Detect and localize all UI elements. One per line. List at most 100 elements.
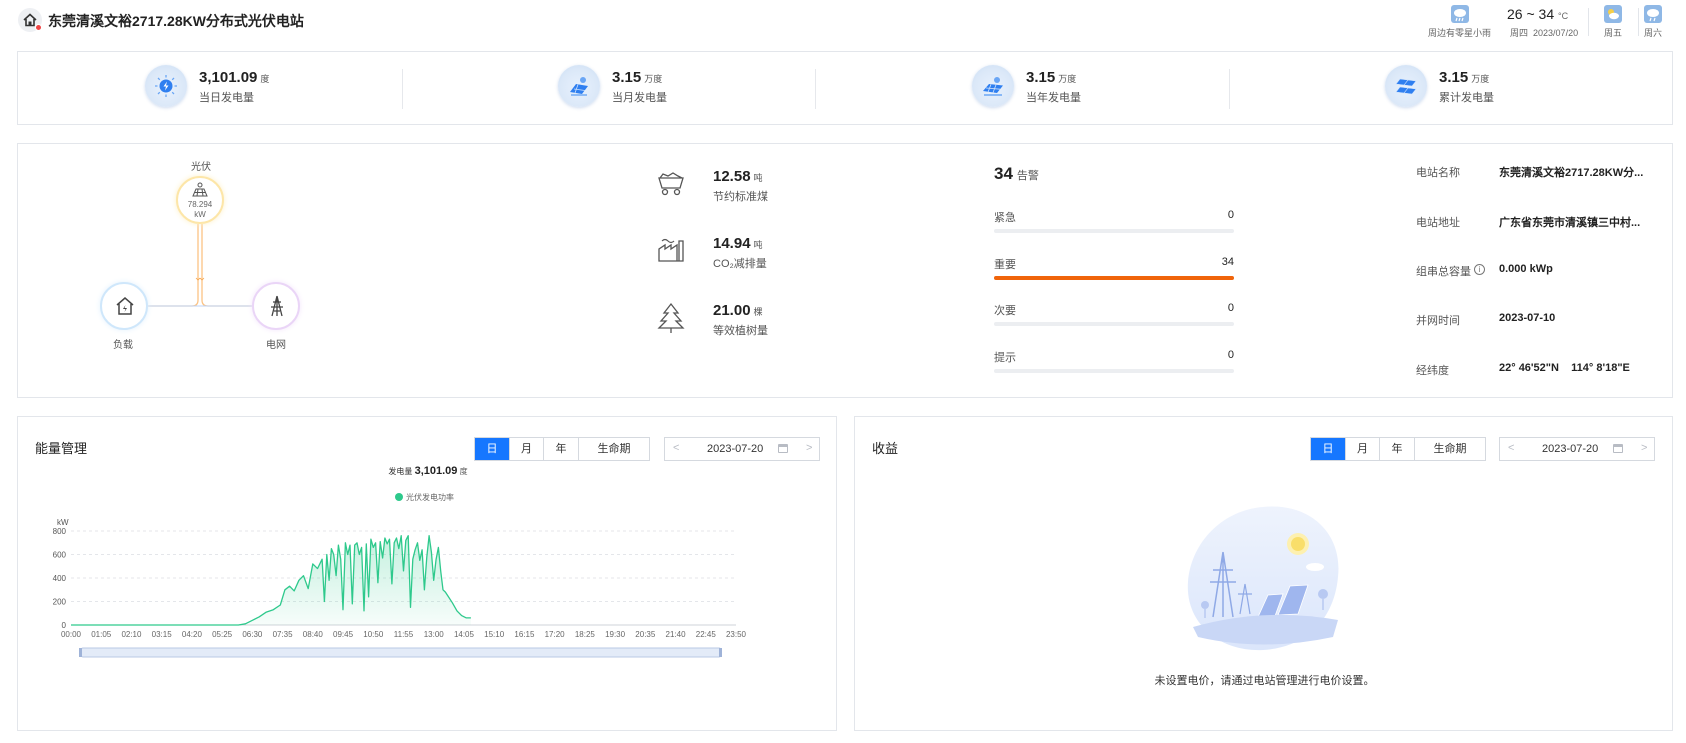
stat-label: 当日发电量 <box>199 92 254 104</box>
env-value: 14.94 吨 <box>713 235 763 252</box>
load-node[interactable] <box>100 282 148 330</box>
x-tick-label: 19:30 <box>605 630 626 639</box>
rain-icon <box>1644 5 1662 23</box>
factory-icon <box>658 238 684 262</box>
stat-unit: 万度 <box>644 74 663 84</box>
x-tick-label: 06:30 <box>242 630 263 639</box>
env-co2: 14.94 吨 CO₂减排量 <box>638 235 818 275</box>
chevron-right-icon[interactable]: > <box>1641 442 1647 454</box>
tab-month[interactable]: 月 <box>1346 438 1380 460</box>
alarm-total[interactable]: 34 告警 <box>994 164 1039 184</box>
x-tick-label: 13:00 <box>424 630 445 639</box>
stat-value: 3.15 万度 <box>1439 69 1490 86</box>
y-axis-label: kW <box>57 518 69 527</box>
date-picker[interactable]: < 2023-07-20 > <box>1499 437 1655 461</box>
stat-monthly: 3.15 万度 当月发电量 <box>558 65 958 111</box>
calendar-icon[interactable] <box>1613 444 1623 453</box>
summary-label: 发电量 <box>388 466 414 476</box>
info-circle-icon[interactable]: i <box>1474 264 1485 275</box>
env-unit: 棵 <box>753 307 763 317</box>
alarm-bar-track <box>994 276 1234 280</box>
info-key: 电站地址 <box>1416 217 1460 229</box>
legend-label: 光伏发电功率 <box>406 492 454 502</box>
tab-year[interactable]: 年 <box>1380 438 1415 460</box>
header-bar: 东莞清溪文裕2717.28KW分布式光伏电站 周边有零星小雨 26 ~ 34 °… <box>0 0 1686 44</box>
env-label: 节约标准煤 <box>713 191 768 203</box>
forecast-day: 周五 <box>1600 5 1626 39</box>
env-unit: 吨 <box>753 240 763 250</box>
solar-panel-icon <box>972 65 1014 107</box>
sun-energy-icon <box>145 65 187 107</box>
info-key: 并网时间 <box>1416 315 1460 327</box>
alert-dot <box>35 24 42 31</box>
power-chart: 发电量 3,101.09 度光伏发电功率 kW 0 200 400 600 800 00:00… <box>53 465 747 658</box>
alarm-bar-track <box>994 369 1234 373</box>
chart-summary: 发电量 3,101.09 度 <box>388 465 467 477</box>
x-tick-label: 05:25 <box>212 630 233 639</box>
zoom-handle-left[interactable] <box>79 648 82 657</box>
divider <box>1229 69 1230 109</box>
stat-unit: 万度 <box>1058 74 1077 84</box>
y-tick-label: 200 <box>53 598 67 607</box>
info-value: 0.000 kWp <box>1499 263 1553 275</box>
info-value: 22° 46'52"N 114° 8'18"E <box>1499 362 1630 374</box>
solar-panel-icon <box>558 65 600 107</box>
x-tick-label: 21:40 <box>666 630 687 639</box>
x-tick-label: 15:10 <box>484 630 505 639</box>
info-key: 电站名称 <box>1416 167 1460 179</box>
panel-title: 收益 <box>872 441 899 456</box>
stat-daily: 3,101.09 度 当日发电量 <box>145 65 545 111</box>
info-key: 经纬度 <box>1416 365 1449 377</box>
x-tick-label: 17:20 <box>545 630 566 639</box>
forecast-day-label: 周六 <box>1643 28 1662 38</box>
x-tick-label: 08:40 <box>303 630 324 639</box>
home-icon[interactable] <box>18 8 42 32</box>
coal-cart-icon <box>658 172 684 196</box>
zoom-handle-right[interactable] <box>719 648 722 657</box>
solar-panel-icon <box>192 182 208 197</box>
pv-label: 光伏 <box>191 162 211 173</box>
chevron-left-icon[interactable]: < <box>1508 442 1514 454</box>
rain-icon <box>1450 5 1469 23</box>
alarm-bar-fill <box>994 276 1234 280</box>
tree-icon <box>657 302 685 333</box>
station-title: 东莞清溪文裕2717.28KW分布式光伏电站 <box>48 13 304 29</box>
date-value: 2023-07-20 <box>1542 443 1599 455</box>
energy-management-panel: 能量管理 日 月 年 生命期 < 2023-07-20 > 发电量 3,101.… <box>17 416 837 731</box>
empty-state-message: 未设置电价，请通过电站管理进行电价设置。 <box>1154 675 1375 687</box>
overview-panel: 光伏 78.294 kW 负载 电网 12.58 吨 节约标准煤 14.94 吨 C… <box>17 143 1673 398</box>
x-tick-label: 18:25 <box>575 630 596 639</box>
alarm-name: 紧急 <box>994 212 1016 224</box>
divider <box>402 69 403 109</box>
temperature-unit: °C <box>1558 11 1569 21</box>
x-tick-label: 16:15 <box>514 630 535 639</box>
alarm-row-minor[interactable]: 次要 0 <box>994 302 1234 326</box>
grid-label: 电网 <box>266 340 286 351</box>
divider <box>1588 8 1589 36</box>
env-value: 21.00 棵 <box>713 302 763 319</box>
divider <box>1638 8 1639 36</box>
grid-node[interactable] <box>252 282 300 330</box>
alarm-count: 34 <box>1221 256 1234 268</box>
stat-label: 当月发电量 <box>612 92 667 104</box>
alarm-row-hint[interactable]: 提示 0 <box>994 349 1234 373</box>
stat-yearly: 3.15 万度 当年发电量 <box>972 65 1372 111</box>
pv-node[interactable]: 78.294 kW <box>176 176 224 224</box>
alarm-row-major[interactable]: 重要 34 <box>994 256 1234 280</box>
info-value: 2023-07-10 <box>1499 312 1556 324</box>
temperature-range: 26 ~ 34 °C <box>1507 6 1568 22</box>
alarm-count: 0 <box>1227 349 1234 361</box>
x-tick-label: 20:35 <box>635 630 656 639</box>
income-panel: 收益 日 月 年 生命期 < 2023-07-20 > 未设置电价，请通过电站管… <box>854 416 1673 731</box>
alarm-row-urgent[interactable]: 紧急 0 <box>994 209 1234 233</box>
today-weekday: 周四 <box>1510 28 1529 38</box>
tab-day[interactable]: 日 <box>1311 438 1346 460</box>
zoom-slider[interactable] <box>80 647 722 658</box>
alarm-name: 提示 <box>994 352 1016 364</box>
partly-cloudy-icon <box>1604 5 1622 23</box>
info-value: 东莞清溪文裕2717.28KW分... <box>1499 167 1644 179</box>
x-tick-label: 04:20 <box>182 630 203 639</box>
forecast-day-label: 周五 <box>1603 28 1622 38</box>
tab-lifetime[interactable]: 生命期 <box>1415 438 1485 460</box>
stat-value: 3.15 万度 <box>1026 69 1077 86</box>
